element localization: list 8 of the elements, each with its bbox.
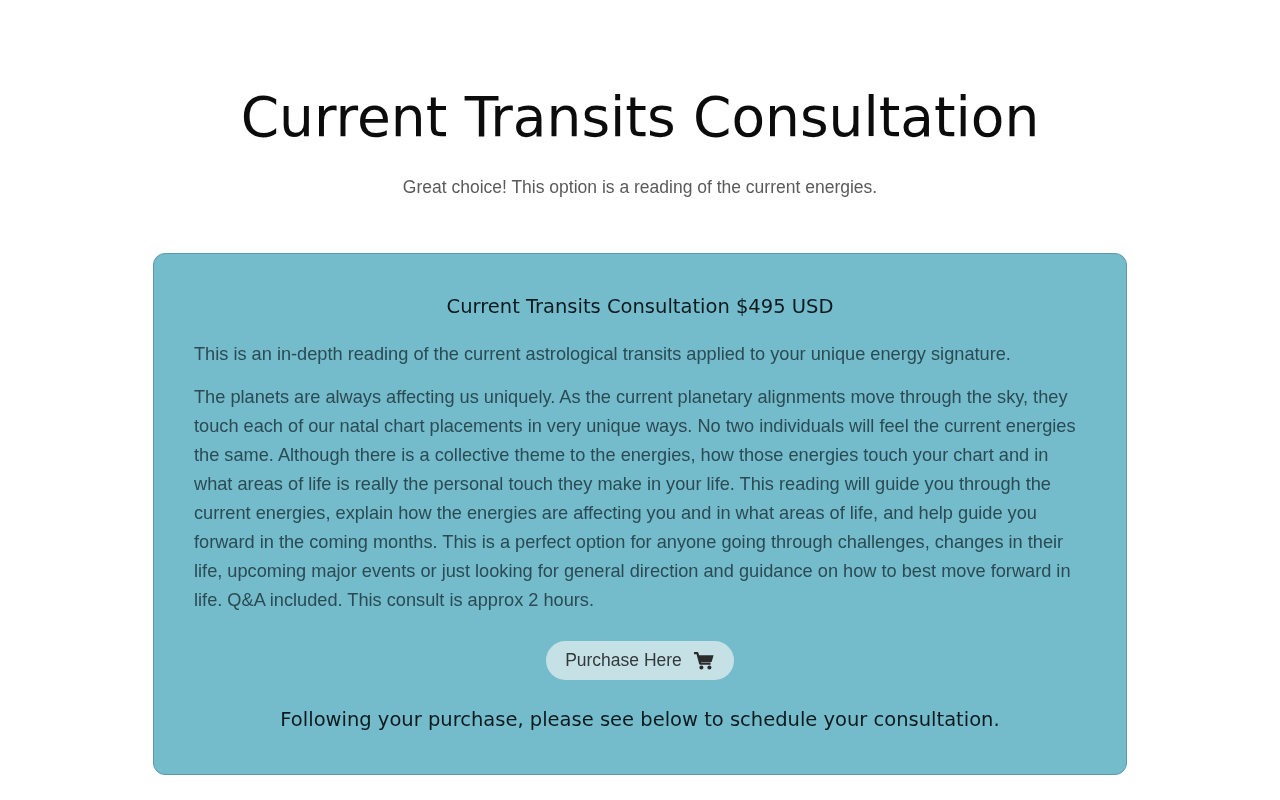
purchase-button[interactable]: Purchase Here [546,641,734,680]
description-paragraph: This is an in-depth reading of the current astrological transits applied to your unique energy signature. [194,343,1012,366]
schedule-note: Following your purchase, please see below to schedule your consultation. [279,707,1001,733]
card-heading: Current Transits Consultation $495 USD [445,294,835,320]
cart-icon [693,651,714,670]
page-title: Current Transits Consultation [240,84,1040,151]
page-subtitle: Great choice! This option is a reading of the current energies. [402,176,878,199]
description-paragraph: The planets are always affecting us uniquely. As the current planetary alignments move through the sky, they touch each of our natal chart placements in very unique ways. No two individuals will feel the current energies the same. Although there is a collective theme to the energies, how those energies touch your chart and in what areas of life is really the personal touch they make in your life. This reading will guide you through the current energies, explain how the energies are affecting you and in what areas of life, and help guide you forward in the coming months. This is a perfect option for anyone going through challenges, changes in their life, upcoming major events or just looking for general direction and guidance on how to best move forward in life. Q&A included. This consult is approx 2 hours. [194,386,1077,612]
